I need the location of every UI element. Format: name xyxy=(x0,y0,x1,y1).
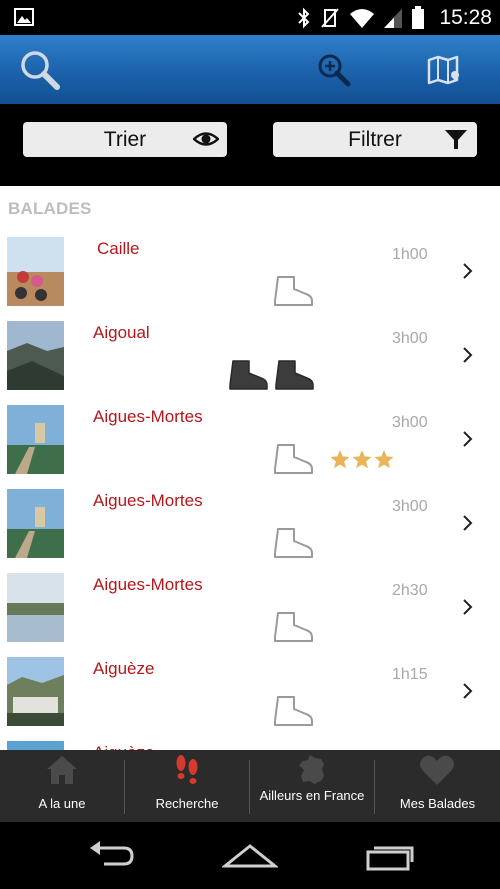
filter-button[interactable]: Filtrer xyxy=(273,122,477,157)
walk-name: Aigues-Mortes xyxy=(93,407,203,426)
footprints-icon xyxy=(173,754,201,793)
sort-button[interactable]: Trier xyxy=(23,122,227,157)
image-icon xyxy=(14,8,34,26)
tab-mes-balades[interactable]: Mes Balades xyxy=(375,750,500,822)
walk-list-item[interactable]: Caille 1h00 xyxy=(0,230,500,314)
walk-duration: 3h00 xyxy=(392,498,428,515)
boot-outline-icon xyxy=(272,694,314,728)
walk-list-item[interactable]: Aiguèze 1h15 xyxy=(0,650,500,734)
walk-duration: 2h30 xyxy=(392,582,428,599)
walk-thumbnail xyxy=(7,489,64,558)
tab-label: Recherche xyxy=(155,796,219,811)
map-icon[interactable] xyxy=(424,35,464,104)
clock: 15:28 xyxy=(439,6,492,29)
tab-recherche[interactable]: Recherche xyxy=(125,750,249,822)
chevron-right-icon xyxy=(462,514,474,532)
star-icon xyxy=(330,450,350,474)
france-map-icon xyxy=(296,754,328,791)
boot-outline-icon xyxy=(272,442,314,476)
tab-label: Ailleurs en France xyxy=(259,788,365,803)
back-icon[interactable] xyxy=(86,838,136,877)
difficulty-indicator xyxy=(272,610,314,644)
status-bar: 15:28 xyxy=(0,0,500,35)
difficulty-indicator xyxy=(227,358,315,392)
boot-outline-icon xyxy=(272,274,314,308)
funnel-icon xyxy=(443,127,469,151)
chevron-right-icon xyxy=(462,346,474,364)
walk-name: Aigues-Mortes xyxy=(93,491,203,510)
tab-a-la-une[interactable]: A la une xyxy=(0,750,124,822)
walk-duration: 3h00 xyxy=(392,414,428,431)
section-title: BALADES xyxy=(8,199,92,218)
walk-thumbnail xyxy=(7,657,64,726)
walk-list-item[interactable]: Aiguèze xyxy=(0,734,500,750)
signal-icon xyxy=(383,7,403,29)
walk-thumbnail xyxy=(7,405,64,474)
filter-label: Filtrer xyxy=(348,127,402,151)
difficulty-indicator xyxy=(272,274,314,308)
battery-icon xyxy=(411,6,425,30)
app-bar xyxy=(0,35,500,104)
chevron-right-icon xyxy=(462,598,474,616)
boot-filled-icon xyxy=(273,358,315,392)
walk-name: Aiguèze xyxy=(93,659,155,678)
system-nav-bar xyxy=(0,822,500,889)
zoom-icon[interactable] xyxy=(312,35,356,104)
walk-duration: 1h15 xyxy=(392,666,428,683)
bluetooth-icon xyxy=(297,7,311,29)
walk-thumbnail xyxy=(7,741,64,750)
chevron-right-icon xyxy=(462,430,474,448)
walk-list-item[interactable]: Aigues-Mortes 3h00 xyxy=(0,398,500,482)
star-icon xyxy=(374,450,394,474)
walk-duration: 1h00 xyxy=(392,246,428,263)
tab-label: Mes Balades xyxy=(399,796,476,811)
search-icon[interactable] xyxy=(16,35,64,104)
sort-label: Trier xyxy=(103,127,147,151)
home-nav-icon[interactable] xyxy=(220,838,280,877)
tab-ailleurs-en-france[interactable]: Ailleurs en France xyxy=(250,750,374,822)
walk-list-item[interactable]: Aigues-Mortes 2h30 xyxy=(0,566,500,650)
difficulty-indicator xyxy=(272,694,314,728)
walk-list-item[interactable]: Aigoual 3h00 xyxy=(0,314,500,398)
boot-outline-icon xyxy=(272,610,314,644)
wifi-icon xyxy=(349,7,375,29)
bottom-tab-bar: A la une Recherche Ailleurs en France Me… xyxy=(0,750,500,822)
chevron-right-icon xyxy=(462,262,474,280)
vibrate-icon xyxy=(319,7,341,29)
boot-filled-icon xyxy=(227,358,269,392)
walk-name: Caille xyxy=(97,239,140,258)
home-icon xyxy=(44,754,80,791)
star-icon xyxy=(352,450,372,474)
heart-icon xyxy=(419,754,455,791)
sort-filter-bar: Trier Filtrer xyxy=(0,104,500,186)
walk-thumbnail xyxy=(7,573,64,642)
boot-outline-icon xyxy=(272,526,314,560)
difficulty-indicator xyxy=(272,442,314,476)
walk-name: Aigues-Mortes xyxy=(93,575,203,594)
walk-thumbnail xyxy=(7,237,64,306)
walk-duration: 3h00 xyxy=(392,330,428,347)
recent-apps-icon[interactable] xyxy=(364,838,416,877)
walk-name: Aigoual xyxy=(93,323,150,342)
tab-label: A la une xyxy=(38,796,86,811)
rating-stars xyxy=(330,450,394,474)
chevron-right-icon xyxy=(462,682,474,700)
difficulty-indicator xyxy=(272,526,314,560)
walk-thumbnail xyxy=(7,321,64,390)
walk-list: Caille 1h00 Aigoual 3h00 Aigues-Mortes 3h00 Ai… xyxy=(0,230,500,750)
walk-list-item[interactable]: Aigues-Mortes 3h00 xyxy=(0,482,500,566)
eye-icon xyxy=(192,127,220,151)
walk-name: Aiguèze xyxy=(93,743,154,750)
